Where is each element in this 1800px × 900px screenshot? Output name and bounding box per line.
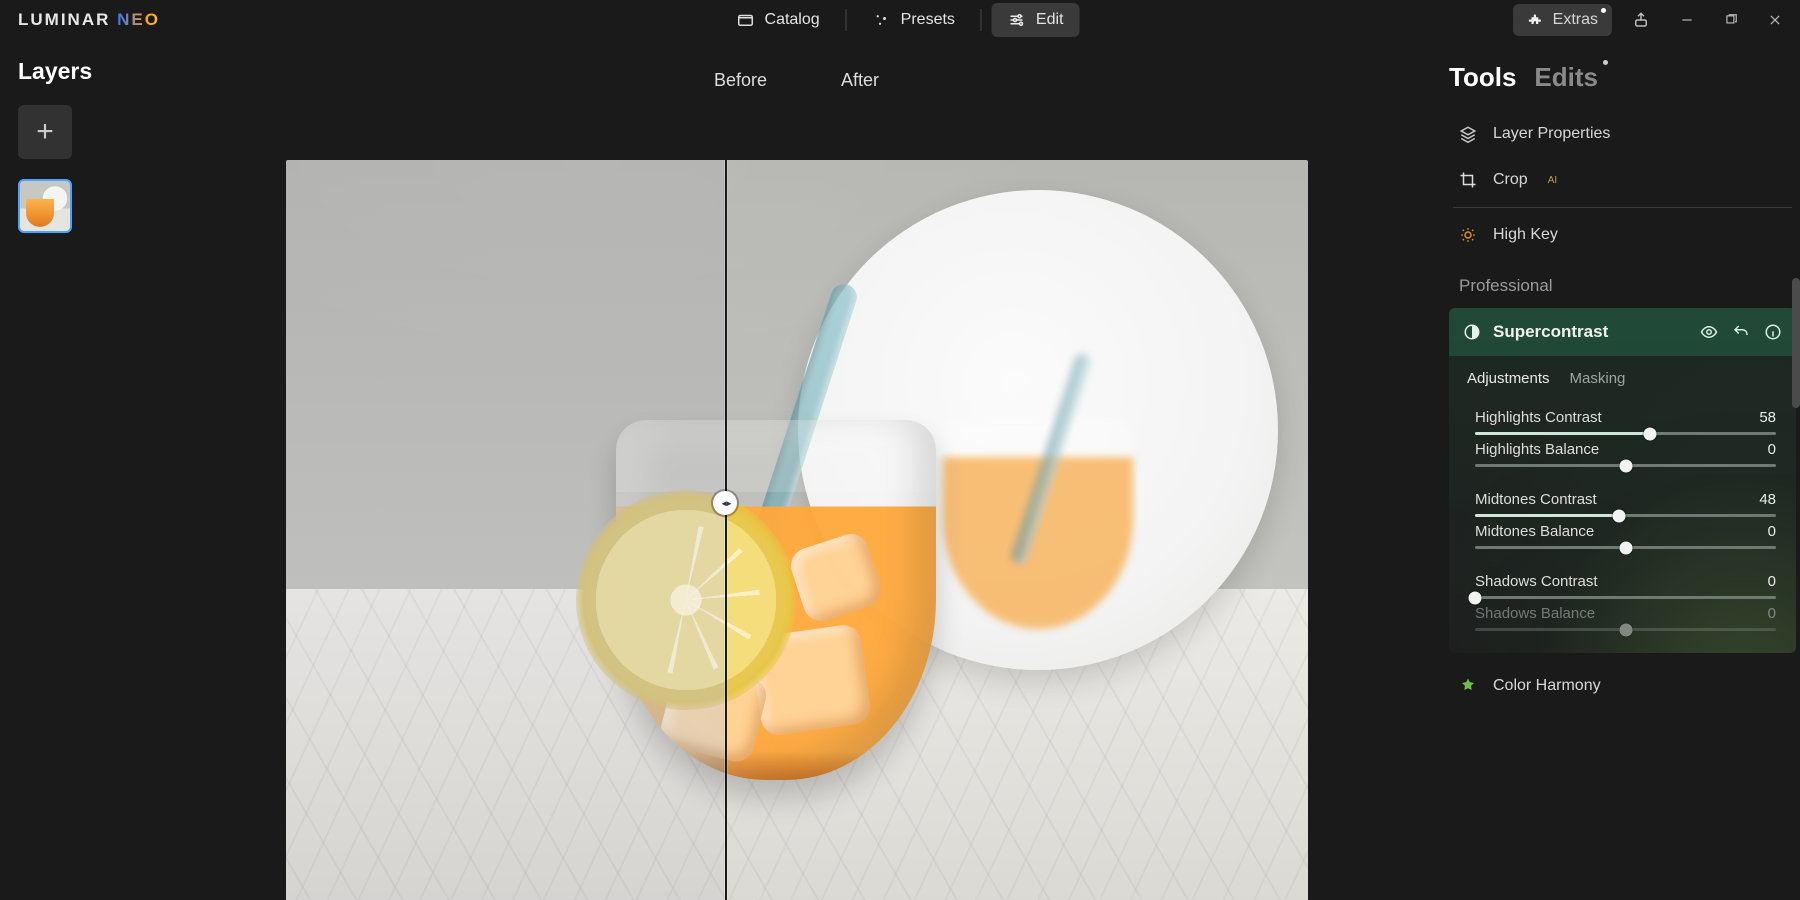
tool-actions	[1700, 323, 1782, 341]
top-right: Extras	[1513, 4, 1790, 36]
slider-highlights-balance[interactable]: Highlights Balance 0	[1475, 435, 1776, 467]
highkey-icon	[1459, 226, 1477, 244]
folder-icon	[737, 11, 755, 29]
tab-tools[interactable]: Tools	[1449, 62, 1516, 93]
app-logo: LUMINAR NEO	[10, 10, 160, 30]
before-label: Before	[714, 70, 771, 91]
tool-label: Color Harmony	[1493, 677, 1601, 695]
sparkle-icon	[873, 11, 891, 29]
tool-crop[interactable]: Crop AI	[1449, 157, 1796, 203]
sliders-icon	[1008, 11, 1026, 29]
slider-label: Highlights Balance	[1475, 441, 1599, 458]
slider-label: Midtones Contrast	[1475, 491, 1597, 508]
image-reflection	[943, 419, 1133, 629]
eye-icon[interactable]	[1700, 323, 1718, 341]
share-icon[interactable]	[1632, 11, 1650, 29]
logo-text-2: NEO	[117, 10, 160, 29]
plus-icon: +	[36, 115, 54, 149]
slider-highlights-contrast[interactable]: Highlights Contrast 58	[1475, 403, 1776, 435]
compare-divider[interactable]	[725, 160, 727, 900]
minimize-button[interactable]	[1680, 13, 1694, 27]
before-overlay	[286, 160, 725, 900]
layer-thumbnail[interactable]	[18, 179, 72, 233]
slider-midtones-balance[interactable]: Midtones Balance 0	[1475, 517, 1776, 549]
nav-separator	[846, 9, 847, 31]
slider-value: 48	[1759, 491, 1776, 508]
notification-dot-icon	[1603, 60, 1608, 65]
tool-label: High Key	[1493, 226, 1558, 244]
nav-edit-label: Edit	[1036, 11, 1064, 29]
layers-panel: Layers +	[0, 40, 148, 900]
slider-value: 58	[1759, 409, 1776, 426]
slider-value: 0	[1768, 573, 1776, 590]
main: Layers + Before After	[0, 40, 1800, 900]
ai-badge: AI	[1548, 175, 1557, 186]
slider-shadows-contrast[interactable]: Shadows Contrast 0	[1475, 567, 1776, 599]
nav-presets-label: Presets	[901, 11, 955, 29]
slider-value: 0	[1768, 441, 1776, 458]
logo-text-1: LUMINAR	[18, 10, 117, 29]
window-controls	[1632, 11, 1790, 29]
maximize-button[interactable]	[1724, 13, 1738, 27]
section-professional: Professional	[1449, 258, 1796, 308]
crop-icon	[1459, 171, 1477, 189]
titlebar: LUMINAR NEO Catalog Presets Edit	[0, 0, 1800, 40]
divider	[1453, 207, 1792, 208]
sliders: Highlights Contrast 58 Highlights Balance…	[1449, 395, 1796, 641]
extras-label: Extras	[1553, 11, 1598, 29]
slider-label: Shadows Contrast	[1475, 573, 1598, 590]
color-harmony-icon	[1459, 677, 1477, 695]
layers-title: Layers	[18, 58, 130, 85]
extras-button[interactable]: Extras	[1513, 4, 1612, 36]
close-button[interactable]	[1768, 13, 1782, 27]
add-layer-button[interactable]: +	[18, 105, 72, 159]
nav-presets[interactable]: Presets	[857, 3, 971, 37]
right-panel: Tools Edits Layer Properties Crop AI	[1445, 40, 1800, 900]
tab-edits[interactable]: Edits	[1534, 62, 1598, 93]
right-scrollbar[interactable]	[1792, 138, 1800, 900]
slider-label: Shadows Balance	[1475, 605, 1595, 622]
compare-labels: Before After	[148, 40, 1445, 120]
info-icon[interactable]	[1764, 323, 1782, 341]
image-canvas[interactable]	[286, 160, 1308, 900]
slider-label: Midtones Balance	[1475, 523, 1594, 540]
nav-separator	[981, 9, 982, 31]
slider-value: 0	[1768, 523, 1776, 540]
after-label: After	[841, 70, 879, 91]
tool-high-key[interactable]: High Key	[1449, 212, 1796, 258]
slider-midtones-contrast[interactable]: Midtones Contrast 48	[1475, 485, 1776, 517]
layers-icon	[1459, 125, 1477, 143]
tool-header[interactable]: Supercontrast	[1449, 308, 1796, 356]
tool-label: Layer Properties	[1493, 125, 1610, 143]
nav-catalog-label: Catalog	[765, 11, 820, 29]
slider-shadows-balance[interactable]: Shadows Balance 0	[1475, 599, 1776, 631]
notification-dot-icon	[1601, 8, 1606, 13]
canvas-area: Before After	[148, 40, 1445, 900]
tool-layer-properties[interactable]: Layer Properties	[1449, 111, 1796, 157]
slider-value: 0	[1768, 605, 1776, 622]
nav-edit[interactable]: Edit	[992, 3, 1080, 37]
tool-supercontrast-panel: Supercontrast Adjustments Masking Highli…	[1449, 308, 1796, 653]
undo-icon[interactable]	[1732, 323, 1750, 341]
tool-label: Crop	[1493, 171, 1528, 189]
subtab-adjustments[interactable]: Adjustments	[1467, 370, 1550, 387]
right-tabs: Tools Edits	[1449, 50, 1796, 111]
subtab-masking[interactable]: Masking	[1570, 370, 1626, 387]
puzzle-icon	[1527, 11, 1545, 29]
nav-catalog[interactable]: Catalog	[721, 3, 836, 37]
tool-subtabs: Adjustments Masking	[1449, 356, 1796, 395]
compare-handle[interactable]	[713, 491, 737, 515]
contrast-icon	[1463, 323, 1481, 341]
tool-color-harmony[interactable]: Color Harmony	[1449, 663, 1796, 709]
top-nav: Catalog Presets Edit	[721, 3, 1080, 37]
tab-edits-label: Edits	[1534, 62, 1598, 92]
tool-name: Supercontrast	[1493, 322, 1688, 342]
slider-label: Highlights Contrast	[1475, 409, 1602, 426]
